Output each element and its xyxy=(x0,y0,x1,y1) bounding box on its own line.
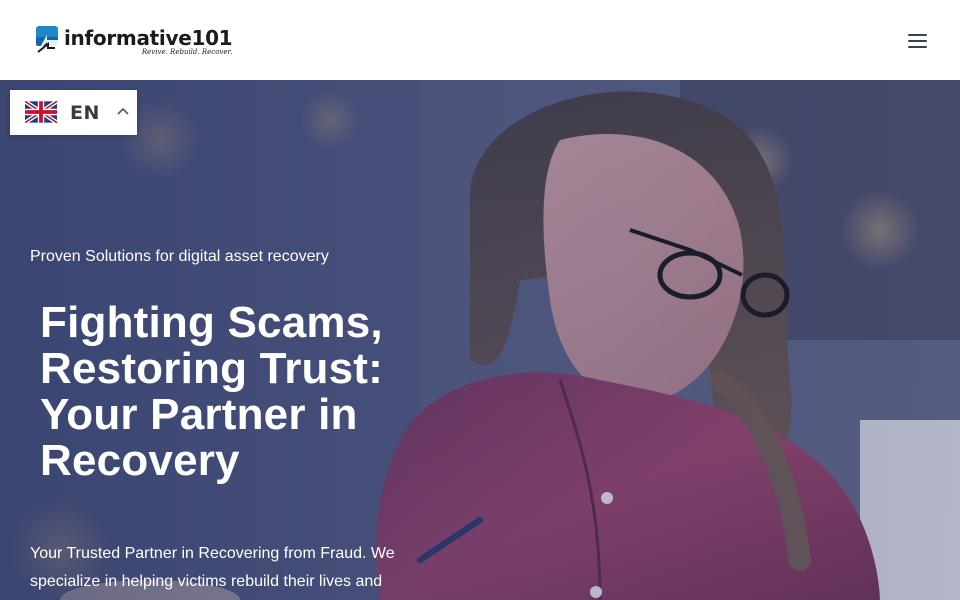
hamburger-menu-icon[interactable] xyxy=(908,32,928,48)
hero-title: Fighting Scams, Restoring Trust: Your Pa… xyxy=(40,298,383,485)
uk-flag-icon xyxy=(25,101,57,123)
logo-mark-icon xyxy=(36,26,58,53)
chevron-up-icon xyxy=(117,107,129,115)
hero-description: Your Trusted Partner in Recovering from … xyxy=(30,545,395,590)
logo-name: informative101 xyxy=(64,26,233,50)
logo-tagline: Revive. Rebuild. Recover. xyxy=(141,48,233,56)
hero-kicker: Proven Solutions for digital asset recov… xyxy=(30,248,329,265)
language-switcher[interactable]: EN xyxy=(10,90,137,135)
language-code: EN xyxy=(70,102,100,124)
site-logo[interactable]: informative101 Revive. Rebuild. Recover. xyxy=(35,25,233,56)
site-header: informative101 Revive. Rebuild. Recover. xyxy=(0,0,960,80)
